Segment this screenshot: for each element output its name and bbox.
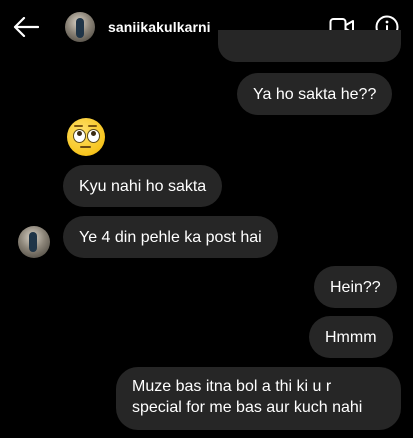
brow-right [88,125,97,127]
sender-avatar[interactable] [18,226,50,258]
back-button[interactable] [12,13,40,41]
brow-left [74,125,83,127]
message-text: Hein?? [330,279,381,296]
message-bubble-sent[interactable]: Ya ho sakta he?? [237,73,393,115]
message-bubble-sent[interactable]: Muze bas itna bol a thi ki u r special f… [116,367,401,430]
message-text-line: special for me bas aur kuch nahi [132,399,363,416]
message-bubble-received[interactable]: Ye 4 din pehle ka post hai [63,216,278,258]
message-bubble-partial[interactable] [218,30,401,62]
message-bubble-received[interactable]: Kyu nahi ho sakta [63,165,223,207]
message-text: Kyu nahi ho sakta [79,178,207,195]
eye-left [73,129,86,143]
username[interactable]: saniikakulkarni [108,19,211,35]
mouth [80,146,91,148]
message-text-line: Muze bas itna bol a thi ki u r [132,378,332,395]
eye-right [87,129,100,143]
message-bubble-sent[interactable]: Hein?? [314,266,397,308]
message-text: Hmmm [325,329,377,346]
message-text: Ya ho sakta he?? [253,86,377,103]
rolling-eyes-emoji[interactable] [67,118,105,156]
message-text: Ye 4 din pehle ka post hai [79,229,262,246]
avatar[interactable] [65,12,95,42]
message-bubble-sent[interactable]: Hmmm [309,316,393,358]
arrow-left-icon [13,17,39,37]
